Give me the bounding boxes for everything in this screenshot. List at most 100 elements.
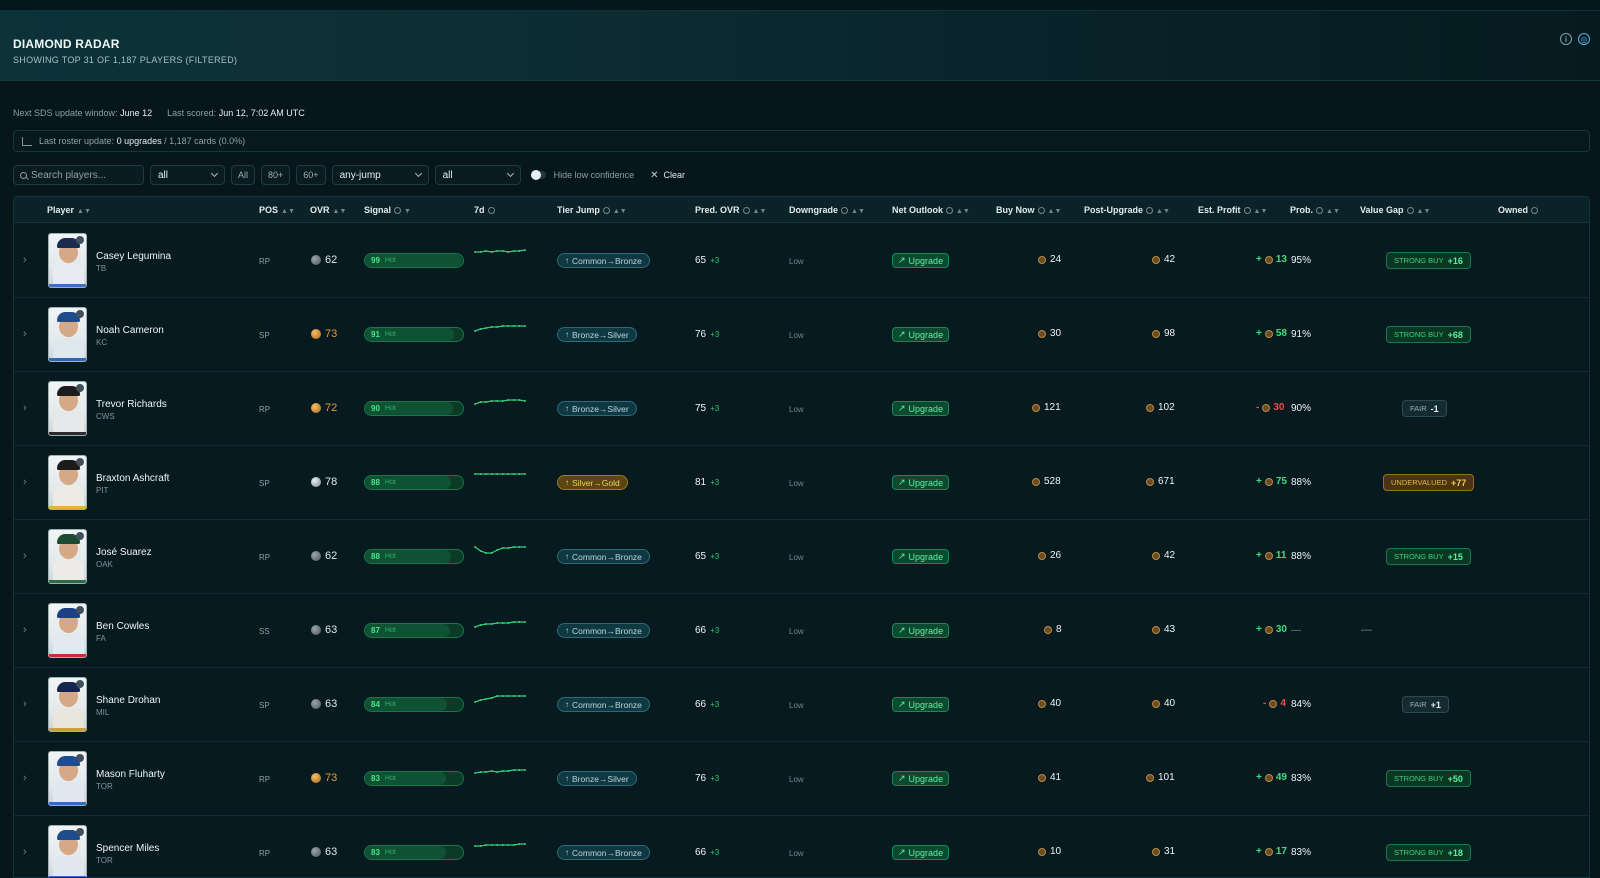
low-confidence-toggle[interactable] (530, 170, 546, 180)
col-owned[interactable]: Owned (1498, 205, 1539, 215)
pred-ovr-value: 75 (695, 403, 707, 414)
table-row[interactable]: › Casey Legumina TB RP 62 99 Hot ↑ Common→Bronze… (14, 224, 1589, 298)
table-row[interactable]: › Mason Fluharty TOR RP 73 83 Hot ↑ Bronze→Silve… (14, 742, 1589, 816)
table-row[interactable]: › Ben Cowles FA SS 63 87 Hot ↑ Common→Bronze 66 +3… (14, 594, 1589, 668)
buy-now-price: 24 (1038, 254, 1061, 265)
probability: 88% (1291, 477, 1312, 488)
trend-up-icon: ↗ (898, 255, 906, 265)
chip-all[interactable]: All (231, 165, 256, 185)
col-pos[interactable]: POS ▲▼ (259, 205, 295, 215)
post-upgrade-price: 40 (1152, 698, 1175, 709)
chevron-down-icon (210, 169, 219, 178)
value-gap-value: +50 (1447, 773, 1463, 784)
sparkline-point (524, 621, 526, 623)
filter-select-3[interactable]: all (434, 165, 521, 185)
value-gap-empty: — (1361, 624, 1372, 636)
player-ovr: 73 (311, 772, 337, 784)
arrow-up-icon: ↑ (565, 330, 569, 339)
net-outlook-badge: ↗ Upgrade (892, 475, 950, 490)
player-name[interactable]: Casey Legumina (96, 251, 171, 262)
expand-row-icon[interactable]: › (23, 402, 27, 414)
filter-select-1[interactable]: all (150, 165, 225, 185)
player-card-image (48, 751, 87, 806)
expand-row-icon[interactable]: › (23, 550, 27, 562)
downgrade-risk: Low (789, 257, 804, 266)
col-7d[interactable]: 7d (474, 205, 495, 215)
probability: 90% (1291, 403, 1312, 414)
player-position: RP (259, 553, 271, 562)
sparkline-point (507, 844, 510, 846)
col-buy-now[interactable]: Buy Now ▲▼ (996, 205, 1061, 215)
col-player[interactable]: Player ▲▼ (47, 205, 91, 215)
col-est-profit[interactable]: Est. Profit ▲▼ (1198, 205, 1267, 215)
table-row[interactable]: › Noah Cameron KC SP 73 91 Hot ↑ Bronze→Silver 76… (14, 298, 1589, 372)
roster-upgrades: 0 upgrades (116, 136, 162, 146)
probability: 83% (1291, 847, 1312, 858)
pred-ovr: 65 +3 (695, 551, 719, 562)
chip-80[interactable]: 80+ (261, 165, 291, 185)
table-row[interactable]: › Braxton Ashcraft PIT SP 78 88 Hot ↑ Silver→Gol… (14, 446, 1589, 520)
player-ovr: 78 (311, 476, 337, 488)
player-name[interactable]: Braxton Ashcraft (96, 473, 169, 484)
profit-value: 30 (1273, 402, 1285, 413)
value-gap-badge: STRONG BUY +16 (1386, 252, 1471, 269)
col-value-gap[interactable]: Value Gap ▲▼ (1360, 205, 1430, 215)
expand-row-icon[interactable]: › (23, 476, 27, 488)
expand-row-icon[interactable]: › (23, 698, 27, 710)
pred-ovr: 66 +3 (695, 625, 719, 636)
col-net-outlook[interactable]: Net Outlook ▲▼ (892, 205, 970, 215)
sparkline-point (479, 771, 482, 773)
player-name[interactable]: José Suarez (96, 547, 152, 558)
stubs-icon (1038, 329, 1046, 338)
info-icon[interactable]: i (1560, 33, 1572, 45)
stubs-icon (1264, 847, 1273, 856)
clear-button[interactable]: ✕ Clear (650, 170, 685, 181)
expand-row-icon[interactable]: › (23, 254, 27, 266)
arrow-up-icon: ↑ (565, 626, 569, 635)
expand-row-icon[interactable]: › (23, 846, 27, 858)
player-name[interactable]: Ben Cowles (96, 621, 149, 632)
player-name[interactable]: Spencer Miles (96, 843, 159, 854)
trend-up-icon: ↗ (898, 329, 906, 339)
player-name[interactable]: Mason Fluharty (96, 769, 165, 780)
search-box[interactable] (13, 165, 144, 185)
next-update-value: June 12 (120, 108, 153, 118)
col-signal[interactable]: Signal ▼ (364, 205, 411, 215)
buy-now-price: 30 (1038, 328, 1061, 339)
net-outlook-text: Upgrade (908, 329, 944, 340)
col-ovr[interactable]: OVR ▲▼ (310, 205, 346, 215)
col-pred-ovr[interactable]: Pred. OVR ▲▼ (695, 205, 766, 215)
rarity-icon (311, 329, 321, 339)
pred-ovr-value: 65 (695, 255, 707, 266)
expand-row-icon[interactable]: › (23, 328, 27, 340)
stubs-icon (1264, 773, 1273, 782)
table-row[interactable]: › José Suarez OAK RP 62 88 Hot ↑ Common→Bronze 65… (14, 520, 1589, 594)
jump-select[interactable]: any-jump (331, 165, 429, 185)
col-post-upgrade[interactable]: Post-Upgrade ▲▼ (1084, 205, 1170, 215)
close-icon: ✕ (650, 169, 659, 181)
table-row[interactable]: › Spencer Miles TOR RP 63 83 Hot ↑ Common→Bronze… (14, 816, 1589, 877)
sparkline-point (507, 399, 510, 401)
player-position: RP (259, 257, 271, 266)
player-name[interactable]: Noah Cameron (96, 325, 164, 336)
player-name[interactable]: Trevor Richards (96, 399, 167, 410)
table-row[interactable]: › Shane Drohan MIL SP 63 84 Hot ↑ Common→Bronze 6… (14, 668, 1589, 742)
expand-row-icon[interactable]: › (23, 624, 27, 636)
post-upgrade-value: 40 (1164, 698, 1176, 709)
player-card-image (48, 603, 87, 658)
chip-60[interactable]: 60+ (296, 165, 326, 185)
roster-label: Last roster update: (39, 136, 115, 146)
page-subtitle: SHOWING TOP 31 OF 1,187 PLAYERS (FILTERE… (13, 55, 238, 65)
table-row[interactable]: › Trevor Richards CWS RP 72 90 Hot ↑ Bronze→Silv… (14, 372, 1589, 446)
sparkline-point (490, 326, 493, 328)
player-name[interactable]: Shane Drohan (96, 695, 161, 706)
col-prob[interactable]: Prob. ▲▼ (1290, 205, 1340, 215)
signal-score: 99 (371, 256, 380, 265)
col-tier-jump[interactable]: Tier Jump ▲▼ (557, 205, 627, 215)
radar-icon[interactable]: ◎ (1578, 33, 1590, 45)
col-downgrade[interactable]: Downgrade ▲▼ (789, 205, 865, 215)
stubs-icon (1264, 255, 1273, 264)
expand-row-icon[interactable]: › (23, 772, 27, 784)
trend-up-icon: ↗ (898, 625, 906, 635)
search-input[interactable] (31, 169, 131, 181)
